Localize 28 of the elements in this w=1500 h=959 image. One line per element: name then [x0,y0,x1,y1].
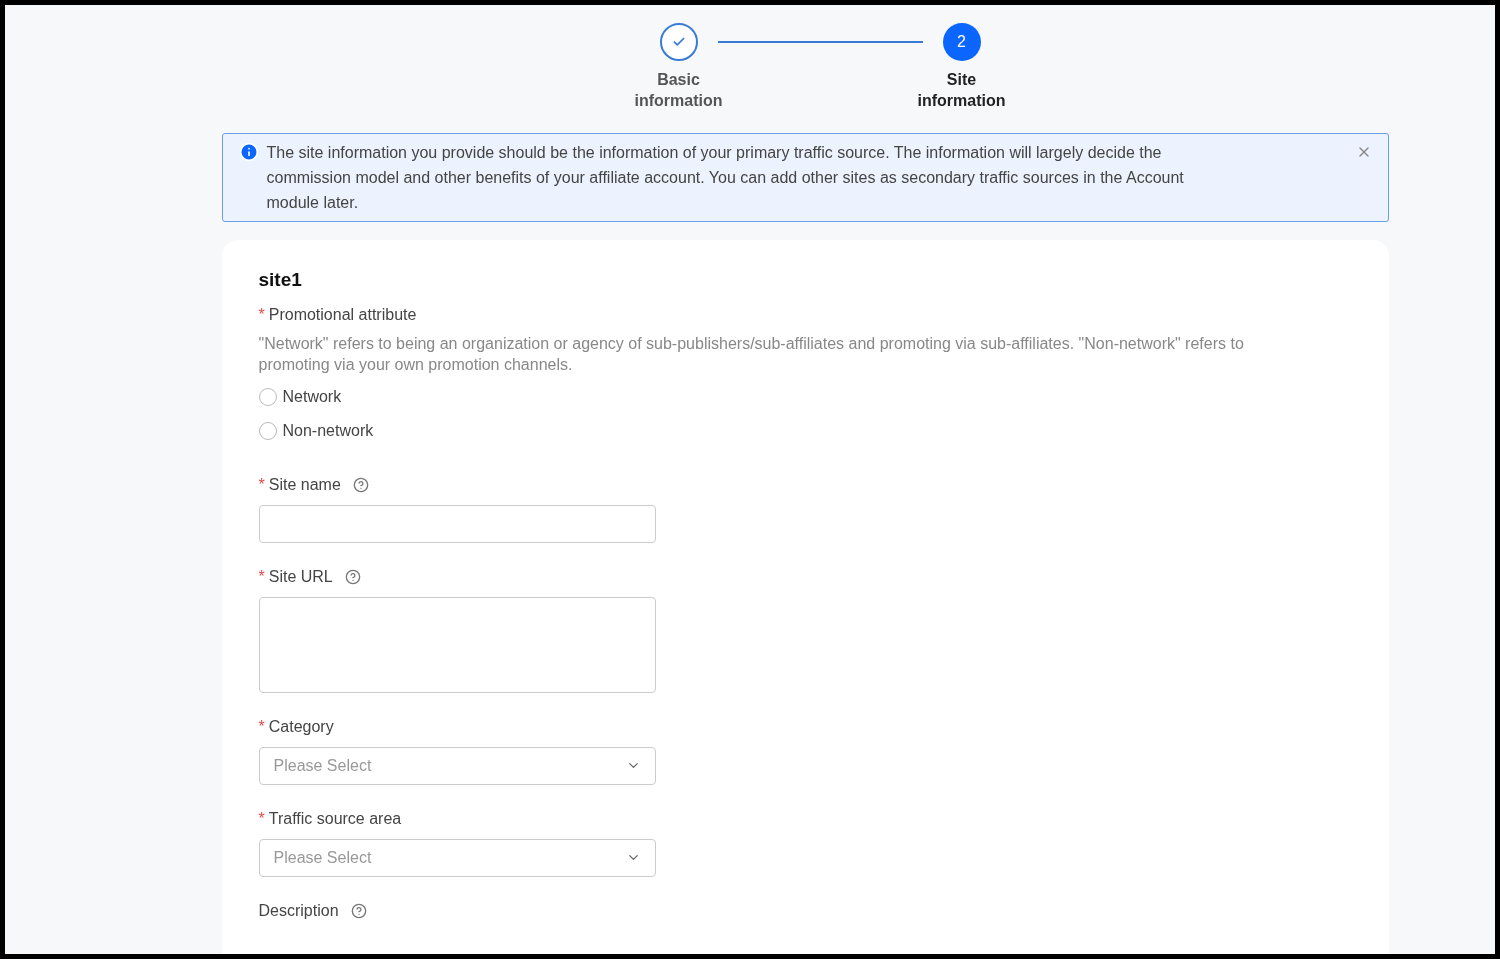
radio-option[interactable]: Non-network [258,418,1352,443]
info-icon [238,142,259,162]
field-label: Site name [268,474,341,495]
field-label: Site URL [268,566,333,587]
help-icon[interactable] [350,902,367,919]
check-icon [671,35,686,49]
field-label: Promotional attribute [268,304,417,325]
field-label: Category [268,716,334,737]
field-label: Description [258,900,339,921]
step-number: 2 [957,32,966,52]
step-label: Basic information [633,70,724,111]
site-url-textarea[interactable] [258,596,656,693]
alert-text: The site information you provide should be the information of your primary traffic source. The information will largely decide the commission model and other benefits of your affiliate account. You can add other sites as secondary traffic sources in the Account module later. [266,143,1185,213]
step-label: Site information [916,70,1007,111]
required-asterisk: * [258,304,265,325]
help-icon[interactable] [352,476,369,493]
select-placeholder: Please Select [273,847,372,868]
required-asterisk: * [258,566,265,587]
select-placeholder: Please Select [273,755,372,776]
help-icon[interactable] [344,568,361,585]
site-title: site1 [258,268,303,292]
radio-option[interactable]: Network [258,384,1352,409]
required-asterisk: * [258,808,265,829]
attribute-hint: "Network" refers to being an organization or agency of sub-publishers/sub-affiliates and promoting via sub-affiliates. "Non-network" refers to promoting via your own promotion channels. [258,333,1245,375]
field-label: Traffic source area [268,808,402,829]
site-name-input[interactable] [258,504,656,543]
required-asterisk: * [258,474,265,495]
required-asterisk: * [258,716,265,737]
